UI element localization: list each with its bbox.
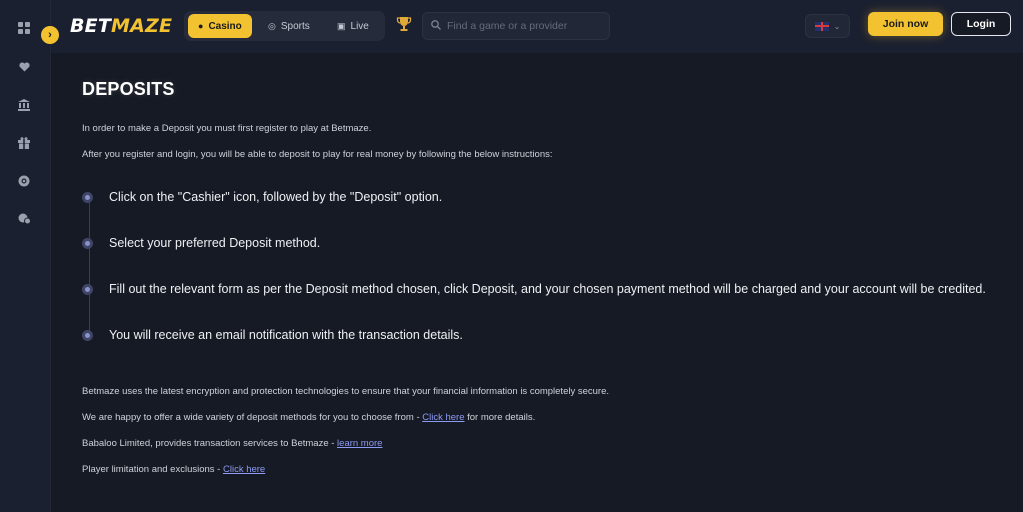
step-item: Select your preferred Deposit method. (82, 236, 320, 250)
step-bullet-icon (82, 283, 93, 295)
methods-link[interactable]: Click here (422, 412, 464, 423)
search-input[interactable] (447, 20, 597, 32)
tab-live[interactable]: ▣ Live (327, 14, 379, 38)
tab-sports[interactable]: ◎ Sports (258, 14, 320, 38)
limits-link[interactable]: Click here (223, 464, 265, 475)
chat-icon[interactable] (15, 210, 33, 228)
casino-chip-icon: ● (198, 21, 204, 31)
login-button[interactable]: Login (951, 12, 1011, 36)
sidebar (0, 0, 51, 512)
steps-connector (89, 198, 90, 336)
brand-logo[interactable]: BETMAZE (70, 15, 172, 37)
page-title: DEPOSITS (82, 79, 175, 99)
limits-paragraph: Player limitation and exclusions - Click… (82, 464, 266, 475)
step-item: Click on the "Cashier" icon, followed by… (82, 190, 442, 204)
bank-icon[interactable] (15, 96, 33, 114)
babaloo-paragraph: Babaloo Limited, provides transaction se… (82, 438, 383, 449)
sidebar-expand-button[interactable]: › (41, 26, 59, 44)
step-bullet-icon (82, 329, 93, 341)
join-now-button[interactable]: Join now (868, 12, 943, 36)
live-tv-icon: ▣ (337, 20, 346, 31)
chevron-down-icon: ⌄ (833, 21, 841, 31)
step-bullet-icon (82, 237, 93, 249)
uk-flag-icon (814, 21, 829, 31)
step-item: You will receive an email notification w… (82, 328, 463, 342)
chip-icon[interactable] (15, 172, 33, 190)
security-paragraph: Betmaze uses the latest encryption and p… (82, 386, 610, 397)
step-bullet-icon (82, 191, 93, 203)
top-header: BETMAZE ● Casino ◎ Sports ▣ Live ⌄ Join … (51, 0, 1023, 53)
language-selector[interactable]: ⌄ (805, 14, 850, 38)
step-item: Fill out the relevant form as per the De… (82, 282, 986, 296)
search-icon (431, 19, 441, 33)
tab-casino[interactable]: ● Casino (188, 14, 252, 38)
product-nav: ● Casino ◎ Sports ▣ Live (184, 11, 385, 41)
grid-icon[interactable] (15, 19, 33, 37)
intro-paragraph-1: In order to make a Deposit you must firs… (82, 123, 372, 134)
gift-icon[interactable] (15, 134, 33, 152)
learn-more-link[interactable]: learn more (337, 438, 382, 449)
intro-paragraph-2: After you register and login, you will b… (82, 149, 553, 160)
ball-icon: ◎ (268, 20, 276, 31)
heart-icon[interactable] (15, 58, 33, 76)
search-box (422, 12, 610, 40)
methods-paragraph: We are happy to offer a wide variety of … (82, 412, 536, 423)
trophy-icon[interactable] (396, 16, 412, 36)
